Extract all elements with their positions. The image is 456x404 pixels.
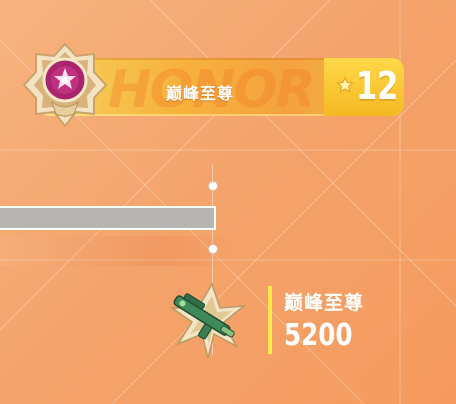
progress-shadow (0, 236, 236, 266)
progress-node (208, 244, 218, 254)
star-panel: 12 (324, 58, 404, 116)
gun-reward-icon (169, 282, 247, 359)
rank-banner: HONOR 巅峰至尊 12 (22, 42, 404, 128)
rank-emblem-icon (22, 42, 108, 128)
star-icon (336, 76, 354, 93)
reward-points: 5200 (284, 318, 353, 353)
progress-bar (0, 206, 216, 230)
reward-accent-bar (268, 286, 272, 354)
star-count: 12 (356, 64, 399, 108)
rank-title: 巅峰至尊 (166, 84, 235, 103)
progress-node (208, 181, 218, 191)
reward-title: 巅峰至尊 (284, 292, 365, 314)
